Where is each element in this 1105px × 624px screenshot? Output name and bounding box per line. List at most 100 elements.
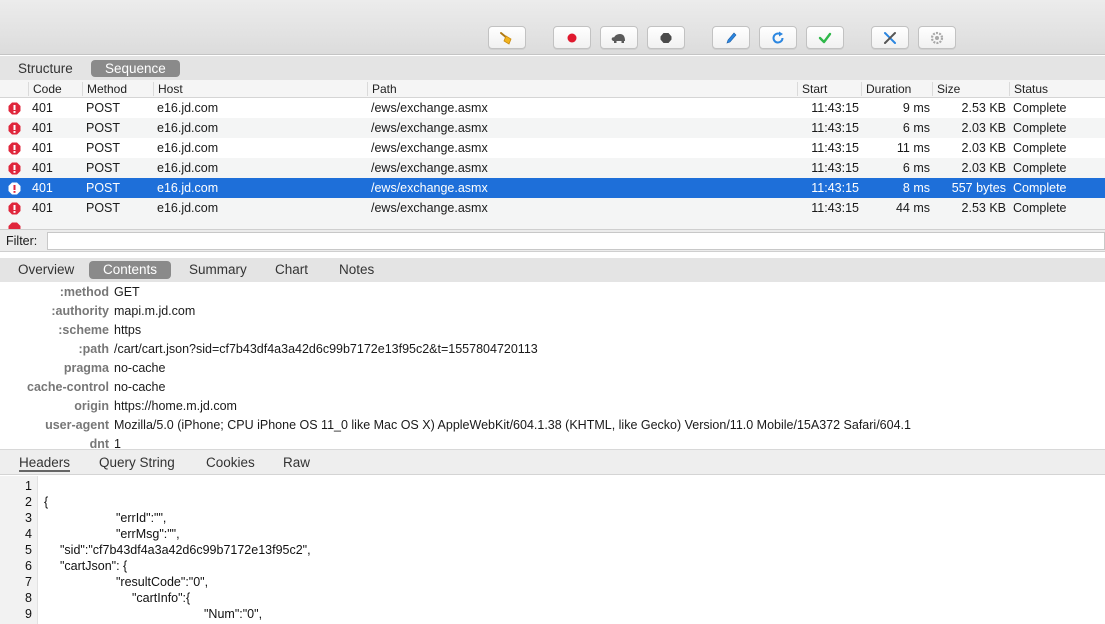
cell-duration: 44 ms [895,201,930,215]
line-number: 5 [25,543,32,557]
col-host[interactable]: Host [153,82,183,96]
tab-headers[interactable]: Headers [19,454,71,472]
filter-input[interactable] [47,232,1105,250]
breakpoint-button[interactable] [647,26,685,49]
cell-size: 2.53 KB [961,201,1006,215]
turtle-icon [611,33,625,43]
clear-button[interactable] [488,26,526,49]
header-row: :scheme https [0,321,1105,340]
line-number: 7 [25,575,32,589]
col-path[interactable]: Path [367,82,397,96]
header-key: :scheme [58,323,109,337]
col-code[interactable]: Code [28,82,62,96]
tab-raw[interactable]: Raw [283,454,310,472]
header-row: origin https://home.m.jd.com [0,397,1105,416]
header-value: https [114,323,142,337]
filter-label: Filter: [6,234,38,248]
cell-path: /ews/exchange.asmx [371,161,488,175]
cell-host: e16.jd.com [157,161,219,175]
code-line: "errId":"", [116,511,167,525]
col-start[interactable]: Start [797,82,827,96]
code-line: "cartJson": { [60,559,128,573]
table-row[interactable]: 401 POST e16.jd.com/ews/exchange.asmx 11:43… [0,198,1105,218]
header-row: :authority mapi.m.jd.com [0,302,1105,321]
cell-duration: 9 ms [902,101,930,115]
tab-sequence[interactable]: Sequence [91,60,180,77]
col-status[interactable]: Status [1009,82,1048,96]
error-hexagon-icon [8,142,21,155]
code-line: "resultCode":"0", [116,575,209,589]
code-line: { [44,495,49,509]
cell-method: POST [86,181,121,195]
cell-duration: 11 ms [896,141,930,155]
code-line: "cartInfo":{ [132,591,191,605]
cell-code: 401 [32,181,53,195]
header-key: :method [59,285,109,299]
header-row: :path/cart/cart.json?sid=cf7b43df4a3a42d… [0,340,1105,359]
validate-button[interactable] [806,26,844,49]
repeat-button[interactable] [759,26,797,49]
detail-tabs: Overview Contents Summary Chart Notes [0,258,1105,282]
edit-button[interactable] [712,26,750,49]
col-size[interactable]: Size [932,82,960,96]
cell-path: /ews/exchange.asmx [371,101,488,115]
tools-icon [884,31,896,44]
header-row: :method GET [0,283,1105,302]
header-value: https://home.m.jd.com [114,399,237,413]
table-row[interactable]: 401 POST e16.jd.com/ews/exchange.asmx 11:43… [0,158,1105,178]
tab-chart[interactable]: Chart [261,261,322,279]
line-number: 9 [25,607,32,621]
error-hexagon-icon [8,222,21,229]
pen-icon [726,32,737,43]
sequence-table: Code Method Host Path Start Duration Siz… [0,80,1105,229]
request-headers: :method GET:authority mapi.m.jd.com:scheme… [0,282,1105,449]
cell-start: 11:43:15 [811,161,859,175]
code-viewer[interactable]: 1 2 3 4 5 6 7 8 9 {"errId":"", "errMsg":"", "sid":… [0,476,1105,624]
cell-status: Complete [1013,161,1067,175]
cell-start: 11:43:15 [811,121,859,135]
header-value: GET [114,285,140,299]
cell-path: /ews/exchange.asmx [371,141,488,155]
cell-path: /ews/exchange.asmx [371,201,488,215]
tab-structure[interactable]: Structure [4,60,87,77]
tab-summary[interactable]: Summary [175,261,261,279]
cell-host: e16.jd.com [157,181,219,195]
cell-size: 557 bytes [951,181,1006,195]
table-row-partial[interactable] [0,218,1105,229]
header-key: :authority [51,304,109,318]
tab-query-string[interactable]: Query String [99,454,175,472]
cell-method: POST [86,121,121,135]
record-button[interactable] [553,26,591,49]
header-row: pragma no-cache [0,359,1105,378]
cell-status: Complete [1013,101,1067,115]
header-key: cache-control [27,380,109,394]
header-value: 1 [114,437,121,449]
cell-size: 2.03 KB [961,161,1006,175]
cell-code: 401 [32,101,53,115]
col-method[interactable]: Method [82,82,127,96]
line-number: 3 [25,511,32,525]
throttle-button[interactable] [600,26,638,49]
filter-bar: Filter: [0,229,1105,252]
table-row[interactable]: 401 POST e16.jd.com/ews/exchange.asmx 11:43… [0,178,1105,198]
header-value: no-cache [114,361,166,375]
col-duration[interactable]: Duration [861,82,911,96]
cell-status: Complete [1013,141,1067,155]
cell-start: 11:43:15 [811,101,859,115]
error-hexagon-icon [8,122,21,135]
table-row[interactable]: 401 POST e16.jd.com/ews/exchange.asmx 11:43… [0,118,1105,138]
tab-overview[interactable]: Overview [4,261,88,279]
settings-button[interactable] [918,26,956,49]
error-hexagon-icon [8,182,21,195]
tools-button[interactable] [871,26,909,49]
cell-duration: 6 ms [902,121,930,135]
tab-notes[interactable]: Notes [325,261,388,279]
tab-cookies[interactable]: Cookies [206,454,255,472]
cell-status: Complete [1013,181,1067,195]
line-number: 6 [25,559,32,573]
header-key: user-agent [45,418,109,432]
tab-contents[interactable]: Contents [89,261,172,279]
table-row[interactable]: 401 POST e16.jd.com/ews/exchange.asmx 11:43… [0,138,1105,158]
line-number: 2 [25,495,32,509]
table-row[interactable]: 401 POST e16.jd.com/ews/exchange.asmx 11:43… [0,98,1105,118]
